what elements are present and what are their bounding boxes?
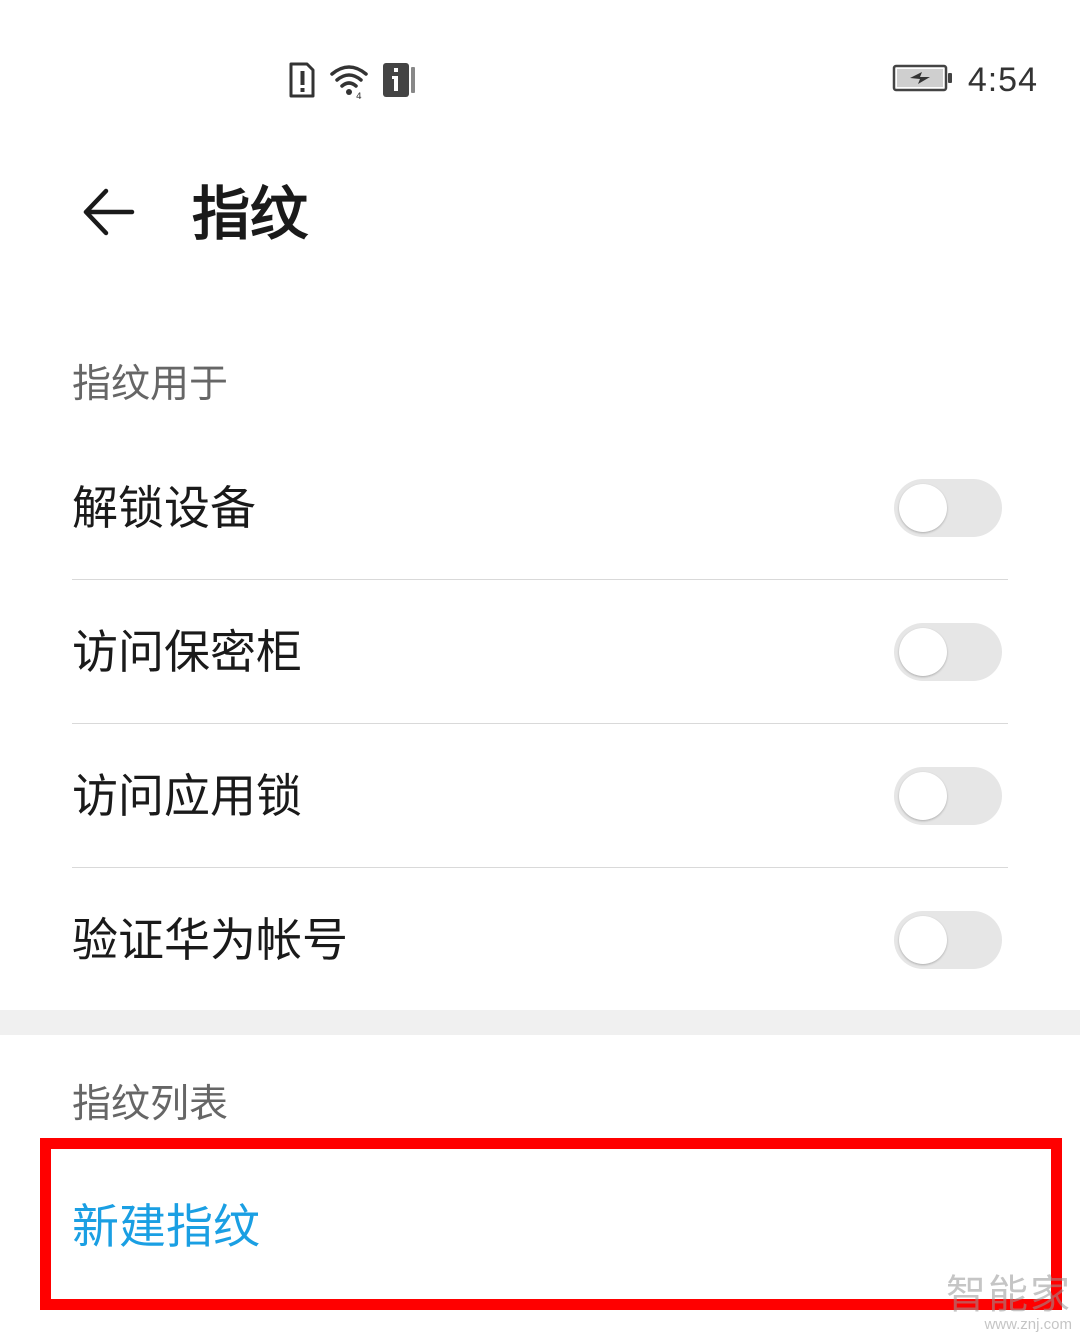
row-verify-huawei-account[interactable]: 验证华为帐号: [72, 868, 1008, 1012]
access-safe-switch[interactable]: [894, 623, 1002, 681]
row-label: 访问应用锁: [72, 769, 302, 823]
new-fingerprint-button[interactable]: 新建指纹: [72, 1195, 260, 1261]
watermark: 智能家 www.znj.com: [946, 1274, 1072, 1334]
svg-text:4: 4: [356, 92, 362, 100]
wifi-icon: 4: [329, 60, 369, 100]
page-title: 指纹: [192, 180, 309, 248]
battery-charging-icon: [892, 63, 954, 97]
row-label: 验证华为帐号: [72, 913, 348, 967]
switch-knob: [899, 628, 947, 676]
title-bar: 指纹: [0, 160, 1080, 270]
notification-info-icon: [381, 60, 417, 100]
watermark-logo-text: 智能家: [946, 1272, 1072, 1318]
switch-knob: [899, 484, 947, 532]
sim-alert-icon: [287, 60, 317, 100]
status-bar: 4 4:54: [0, 0, 1080, 160]
row-label: 访问保密柜: [72, 625, 302, 679]
access-app-lock-switch[interactable]: [894, 767, 1002, 825]
status-icons-left: 4: [287, 60, 417, 100]
clock: 4:54: [967, 60, 1038, 99]
switch-knob: [899, 772, 947, 820]
usage-list: 解锁设备 访问保密柜 访问应用锁 验证华为帐号: [72, 436, 1008, 1012]
section-header-usage: 指纹用于: [72, 362, 229, 407]
row-unlock-device[interactable]: 解锁设备: [72, 436, 1008, 580]
group-divider: [0, 1010, 1080, 1035]
section-header-fingerprint-list: 指纹列表: [72, 1082, 229, 1127]
status-icons-right: 4:54: [892, 58, 1038, 102]
watermark-url: www.znj.com: [984, 1316, 1072, 1333]
verify-huawei-account-switch[interactable]: [894, 911, 1002, 969]
row-access-safe[interactable]: 访问保密柜: [72, 580, 1008, 724]
back-button[interactable]: [68, 174, 148, 254]
row-label: 解锁设备: [72, 481, 256, 535]
row-access-app-lock[interactable]: 访问应用锁: [72, 724, 1008, 868]
arrow-left-icon: [78, 185, 138, 243]
switch-knob: [899, 916, 947, 964]
unlock-device-switch[interactable]: [894, 479, 1002, 537]
